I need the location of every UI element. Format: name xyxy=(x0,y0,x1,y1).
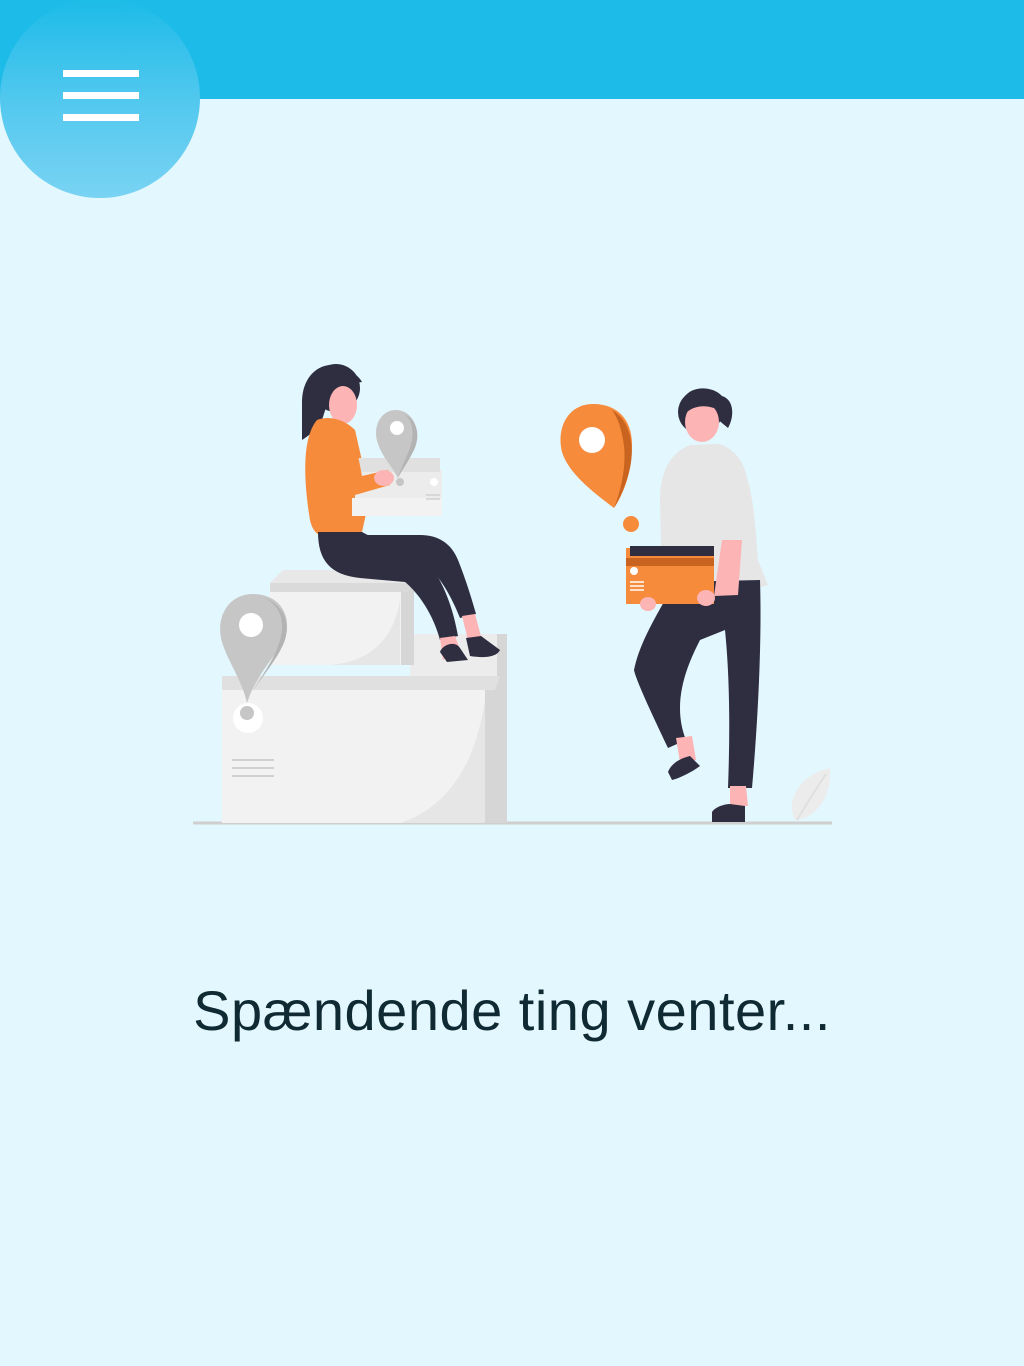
menu-button[interactable] xyxy=(0,0,200,198)
hamburger-menu-icon xyxy=(63,70,139,122)
delivery-illustration xyxy=(193,364,832,825)
status-message: Spændende ting venter... xyxy=(193,979,831,1042)
